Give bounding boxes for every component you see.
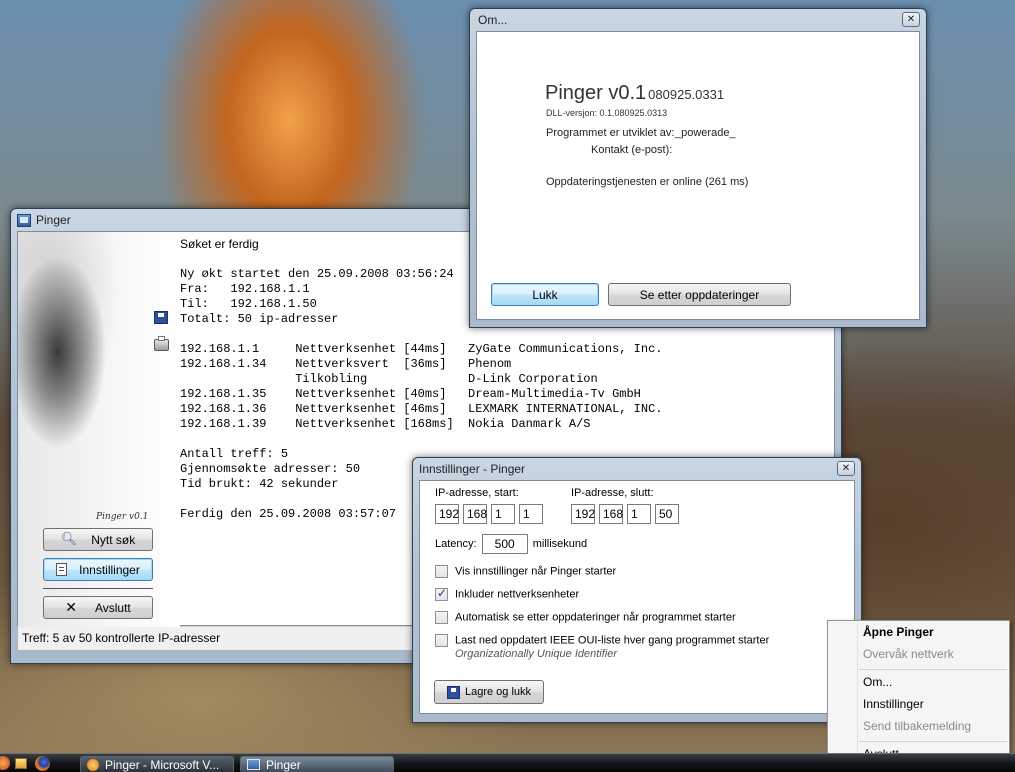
settings-close-icon[interactable]: ✕ xyxy=(837,461,855,476)
ip-end-label: IP-adresse, slutt: xyxy=(571,487,654,499)
option-checkbox[interactable] xyxy=(435,634,448,647)
check-updates-button[interactable]: Se etter oppdateringer xyxy=(608,283,791,306)
option-row[interactable]: Last ned oppdatert IEEE OUI-liste hver g… xyxy=(435,634,769,647)
latency-row: Latency: 500 millisekund xyxy=(435,534,587,554)
menu-item-feedback[interactable]: Send tilbakemelding xyxy=(863,717,971,735)
pinger-title: Pinger xyxy=(36,213,71,227)
result-row: Tilkobling D-Link Corporation xyxy=(180,372,598,386)
taskbar: Pinger - Microsoft V... Pinger xyxy=(0,753,1015,772)
ip-start-octet-1[interactable]: 192 xyxy=(435,504,459,524)
magnifier-icon: 🔍︎ xyxy=(60,532,78,547)
about-app-heading: Pinger v0.1 080925.0331 xyxy=(545,82,724,105)
ip-start-fields: 192 168 1 1 xyxy=(435,504,547,524)
menu-item-about[interactable]: Om... xyxy=(863,673,892,691)
ip-start-octet-3[interactable]: 1 xyxy=(491,504,515,524)
new-search-label: Nytt søk xyxy=(91,532,136,547)
taskbar-button-pinger-label: Pinger xyxy=(266,757,301,772)
settings-titlebar[interactable]: Innstillinger - Pinger ✕ xyxy=(419,458,855,480)
ip-end-octet-2[interactable]: 168 xyxy=(599,504,623,524)
about-app-name: Pinger v0.1 xyxy=(545,82,647,104)
ip-end-octet-3[interactable]: 1 xyxy=(627,504,651,524)
pinger-app-icon xyxy=(17,213,31,227)
oui-note: Organizationally Unique Identifier xyxy=(455,648,618,660)
taskbar-button-vs[interactable]: Pinger - Microsoft V... xyxy=(80,756,234,772)
option-label: Last ned oppdatert IEEE OUI-liste hver g… xyxy=(455,634,770,647)
about-build: 080925.0331 xyxy=(648,87,725,102)
option-checkbox[interactable] xyxy=(435,565,448,578)
option-row[interactable]: Automatisk se etter oppdateringer når pr… xyxy=(435,611,736,624)
ip-end-octet-4[interactable]: 50 xyxy=(655,504,679,524)
new-search-button[interactable]: 🔍︎ Nytt søk xyxy=(43,528,153,551)
pinger-task-icon xyxy=(247,759,260,770)
developer-label: Programmet er utviklet av: xyxy=(546,127,675,139)
settings-window: Innstillinger - Pinger ✕ IP-adresse, sta… xyxy=(412,457,862,723)
settings-label: Innstillinger xyxy=(79,562,140,577)
menu-separator xyxy=(859,741,1007,742)
save-close-button[interactable]: Lagre og lukk xyxy=(434,680,544,704)
option-label: Vis innstillinger når Pinger starter xyxy=(455,565,617,578)
ip-start-octet-2[interactable]: 168 xyxy=(463,504,487,524)
statusbar-text: Treff: 5 av 50 kontrollerte IP-adresser xyxy=(22,631,221,645)
latency-label: Latency: xyxy=(435,537,477,550)
settings-button[interactable]: Innstillinger xyxy=(43,558,153,581)
exit-label: Avslutt xyxy=(94,600,131,615)
about-title: Om... xyxy=(478,13,508,27)
result-row: 192.168.1.36 Nettverksenhet [46ms] LEXMA… xyxy=(180,402,663,416)
floppy-icon xyxy=(446,685,460,699)
vs-task-icon xyxy=(87,758,99,771)
folder-quicklaunch-icon[interactable] xyxy=(15,758,27,769)
latency-input[interactable]: 500 xyxy=(481,534,528,554)
save-close-label: Lagre og lukk xyxy=(464,686,532,698)
latency-unit: millisekund xyxy=(532,537,588,550)
print-log-icon[interactable] xyxy=(154,336,169,351)
option-checkbox[interactable] xyxy=(435,611,448,624)
about-close-button[interactable]: Lukk xyxy=(491,283,599,306)
about-close-label: Lukk xyxy=(532,287,558,302)
settings-sheet-icon xyxy=(56,563,68,576)
ip-start-octet-4[interactable]: 1 xyxy=(519,504,543,524)
start-orb-icon[interactable] xyxy=(0,756,10,770)
check-updates-label: Se etter oppdateringer xyxy=(639,287,760,302)
update-status: Oppdateringstjenesten er online (261 ms) xyxy=(546,176,749,188)
option-checkbox[interactable] xyxy=(435,586,448,601)
result-row: 192.168.1.34 Nettverksvert [36ms] Phenom xyxy=(180,357,512,371)
result-row: 192.168.1.1 Nettverksenhet [44ms] ZyGate… xyxy=(180,342,663,356)
ctx-gutter xyxy=(857,623,858,763)
option-row[interactable]: Inkluder nettverksenheter xyxy=(435,586,580,601)
option-label: Automatisk se etter oppdateringer når pr… xyxy=(455,611,736,624)
save-log-icon[interactable] xyxy=(154,311,168,324)
close-x-icon: ✕ xyxy=(65,599,77,616)
search-status-text: Søket er ferdig xyxy=(180,237,259,251)
result-row: 192.168.1.35 Nettverksenhet [40ms] Dream… xyxy=(180,387,641,401)
firefox-quicklaunch-icon[interactable] xyxy=(35,756,50,771)
option-row[interactable]: Vis innstillinger når Pinger starter xyxy=(435,565,616,578)
taskbar-button-vs-label: Pinger - Microsoft V... xyxy=(105,757,220,772)
tray-context-menu: Åpne Pinger Overvåk nettverk Om... Innst… xyxy=(827,620,1010,766)
menu-separator xyxy=(859,669,1007,670)
menu-item-monitor[interactable]: Overvåk nettverk xyxy=(863,645,954,663)
menu-item-settings[interactable]: Innstillinger xyxy=(863,695,924,713)
settings-client: IP-adresse, start: IP-adresse, slutt: 19… xyxy=(419,480,855,714)
taskbar-button-pinger[interactable]: Pinger xyxy=(240,756,394,772)
ip-end-fields: 192 168 1 50 xyxy=(571,504,683,524)
menu-item-open[interactable]: Åpne Pinger xyxy=(863,623,934,641)
about-window: Om... ✕ Pinger v0.1 080925.0331 DLL-versj… xyxy=(469,8,927,328)
ip-end-octet-1[interactable]: 192 xyxy=(571,504,595,524)
ip-start-label: IP-adresse, start: xyxy=(435,487,519,499)
button-divider xyxy=(43,588,153,589)
contact-label: Kontakt (e-post): xyxy=(591,144,673,156)
developer-value: _powerade_ xyxy=(675,127,736,139)
version-label: Pinger v0.1 xyxy=(96,512,149,522)
result-row: 192.168.1.39 Nettverksenhet [168ms] Noki… xyxy=(180,417,591,431)
exit-button[interactable]: ✕ Avslutt xyxy=(43,596,153,619)
about-close-icon[interactable]: ✕ xyxy=(902,12,920,27)
about-client: Pinger v0.1 080925.0331 DLL-versjon: 0.1.… xyxy=(476,31,920,320)
about-titlebar[interactable]: Om... ✕ xyxy=(476,9,920,31)
settings-title: Innstillinger - Pinger xyxy=(419,462,526,476)
option-label: Inkluder nettverksenheter xyxy=(455,588,580,601)
dll-version: DLL-versjon: 0.1.080925.0313 xyxy=(546,108,668,118)
